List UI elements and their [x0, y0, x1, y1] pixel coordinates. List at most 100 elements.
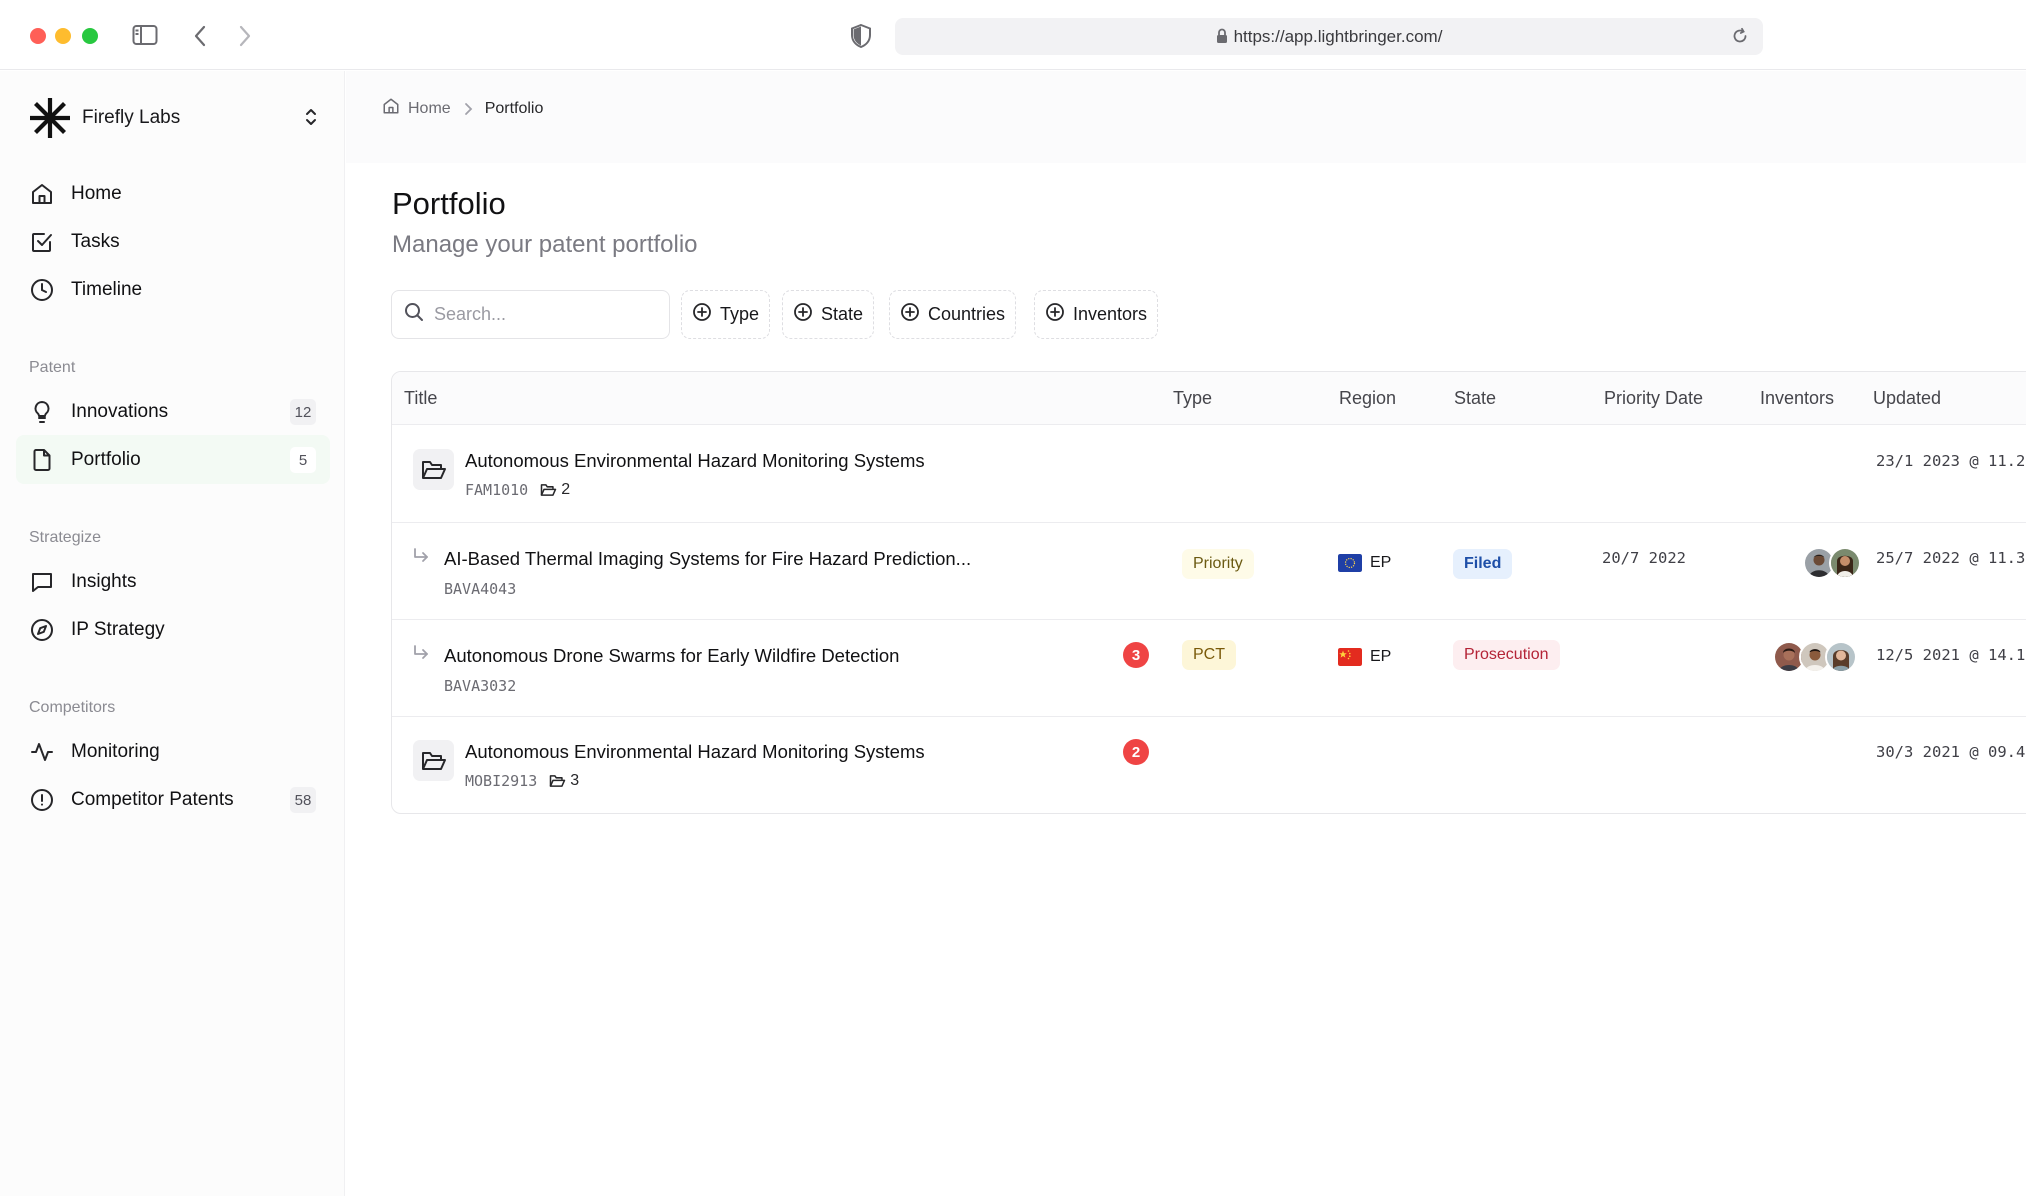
search-box[interactable] [391, 290, 670, 339]
priority-date: 20/7 2022 [1602, 549, 1686, 567]
zoom-window-button[interactable] [82, 28, 98, 44]
workspace-name: Firefly Labs [82, 107, 181, 128]
row-title[interactable]: Autonomous Environmental Hazard Monitori… [465, 741, 925, 763]
updated-timestamp: 25/7 2022 @ 11.3 [1876, 549, 2026, 567]
sidebar-item-monitoring[interactable]: Monitoring [16, 727, 330, 776]
url-text: https://app.lightbringer.com/ [1233, 27, 1443, 46]
chevron-right-icon [463, 102, 473, 116]
filter-state-button[interactable]: State [782, 290, 875, 339]
sidebar-item-label: Portfolio [71, 448, 141, 470]
plus-circle-icon [900, 302, 920, 327]
privacy-shield-icon[interactable] [850, 24, 872, 48]
sidebar-item-label: Home [71, 182, 122, 204]
corner-down-right-icon [412, 547, 430, 570]
minimize-window-button[interactable] [55, 28, 71, 44]
address-bar[interactable]: https://app.lightbringer.com/ [895, 18, 1763, 55]
column-header-inventors[interactable]: Inventors [1760, 388, 1834, 409]
inventor-avatars[interactable] [1773, 641, 1857, 673]
region-cell: EP [1338, 554, 1391, 572]
filter-label: Countries [928, 304, 1006, 324]
count-badge: 5 [290, 447, 316, 473]
sidebar-item-innovations[interactable]: Innovations 12 [16, 387, 330, 436]
folder-count-value: 3 [570, 772, 580, 789]
sidebar-item-label: IP Strategy [71, 618, 165, 640]
document-icon [29, 447, 55, 473]
forward-icon[interactable] [238, 25, 252, 47]
column-header-priority-date[interactable]: Priority Date [1604, 388, 1703, 409]
folder-icon [540, 484, 557, 496]
sidebar-item-tasks[interactable]: Tasks [16, 217, 330, 266]
section-label-strategize: Strategize [29, 529, 102, 546]
region-cell: EP [1338, 648, 1391, 666]
lightbulb-icon [29, 399, 55, 425]
table-row[interactable]: Autonomous Environmental Hazard Monitori… [392, 426, 2026, 523]
alert-count-badge[interactable]: 3 [1123, 642, 1149, 668]
sidebar-item-label: Monitoring [71, 740, 160, 762]
section-label-patent: Patent [29, 359, 76, 376]
count-badge: 58 [290, 787, 316, 813]
firefly-logo-icon [30, 98, 70, 138]
filter-type-button[interactable]: Type [681, 290, 771, 339]
filter-countries-button[interactable]: Countries [889, 290, 1017, 339]
browser-toolbar: https://app.lightbringer.com/ [0, 0, 2026, 70]
family-code: MOBI2913 [465, 772, 538, 790]
type-badge: PCT [1182, 640, 1236, 670]
chevron-up-down-icon[interactable] [304, 107, 318, 132]
chat-icon [29, 569, 55, 595]
reload-icon[interactable] [1731, 27, 1749, 50]
breadcrumb: Home Portfolio [382, 97, 543, 120]
column-header-type[interactable]: Type [1173, 388, 1212, 409]
back-icon[interactable] [193, 25, 207, 47]
compass-icon [29, 617, 55, 643]
patent-code: BAVA4043 [444, 580, 517, 598]
region-label: EP [1370, 554, 1392, 571]
table-row[interactable]: Autonomous Environmental Hazard Monitori… [392, 717, 2026, 813]
sidebar-toggle-icon[interactable] [132, 24, 158, 46]
inventor-avatars[interactable] [1803, 547, 1861, 579]
column-header-region[interactable]: Region [1339, 388, 1396, 409]
plus-circle-icon [793, 302, 813, 327]
folder-count-value: 2 [561, 481, 571, 498]
close-window-button[interactable] [30, 28, 46, 44]
sidebar-item-label: Tasks [71, 230, 120, 252]
column-header-updated[interactable]: Updated [1873, 388, 1941, 409]
sidebar-item-competitor-patents[interactable]: Competitor Patents 58 [16, 775, 330, 824]
filter-label: Type [720, 304, 760, 324]
checkbox-icon [29, 229, 55, 255]
sidebar-item-portfolio[interactable]: Portfolio 5 [16, 435, 330, 484]
column-header-title[interactable]: Title [404, 388, 437, 409]
avatar[interactable] [1829, 547, 1861, 579]
patent-code: BAVA3032 [444, 677, 517, 695]
updated-timestamp: 23/1 2023 @ 11.2 [1876, 452, 2026, 470]
lock-icon [1216, 28, 1228, 49]
sidebar-item-ip-strategy[interactable]: IP Strategy [16, 605, 330, 654]
workspace-switcher[interactable]: Firefly Labs [28, 93, 318, 143]
avatar[interactable] [1825, 641, 1857, 673]
state-badge: Prosecution [1453, 640, 1560, 670]
table-row[interactable]: AI-Based Thermal Imaging Systems for Fir… [392, 523, 2026, 620]
sidebar-item-timeline[interactable]: Timeline [16, 265, 330, 314]
breadcrumb-home-link[interactable]: Home [408, 100, 451, 118]
column-header-state[interactable]: State [1454, 388, 1496, 409]
table-header: Title Type Region State Priority Date In… [392, 372, 2026, 425]
search-input[interactable] [434, 304, 654, 325]
main-content: Home Portfolio Portfolio Manage your pat… [346, 71, 2026, 1196]
page-subtitle: Manage your patent portfolio [392, 231, 698, 258]
alert-count-badge[interactable]: 2 [1123, 739, 1149, 765]
home-icon[interactable] [382, 97, 400, 120]
alert-circle-icon [29, 787, 55, 813]
portfolio-table: Title Type Region State Priority Date In… [391, 371, 2026, 814]
updated-timestamp: 12/5 2021 @ 14.1 [1876, 646, 2026, 664]
activity-icon [29, 739, 55, 765]
row-title[interactable]: Autonomous Environmental Hazard Monitori… [465, 450, 925, 472]
search-icon [404, 302, 424, 327]
table-row[interactable]: Autonomous Drone Swarms for Early Wildfi… [392, 620, 2026, 717]
sidebar-item-insights[interactable]: Insights [16, 557, 330, 606]
row-title[interactable]: Autonomous Drone Swarms for Early Wildfi… [444, 645, 899, 667]
filter-inventors-button[interactable]: Inventors [1034, 290, 1159, 339]
sidebar-item-home[interactable]: Home [16, 169, 330, 218]
row-code: MOBI2913 3 [465, 772, 579, 790]
sidebar-item-label: Competitor Patents [71, 788, 234, 810]
sidebar: Firefly Labs Home Tasks Timeline Patent … [0, 71, 345, 1196]
row-title[interactable]: AI-Based Thermal Imaging Systems for Fir… [444, 548, 971, 570]
